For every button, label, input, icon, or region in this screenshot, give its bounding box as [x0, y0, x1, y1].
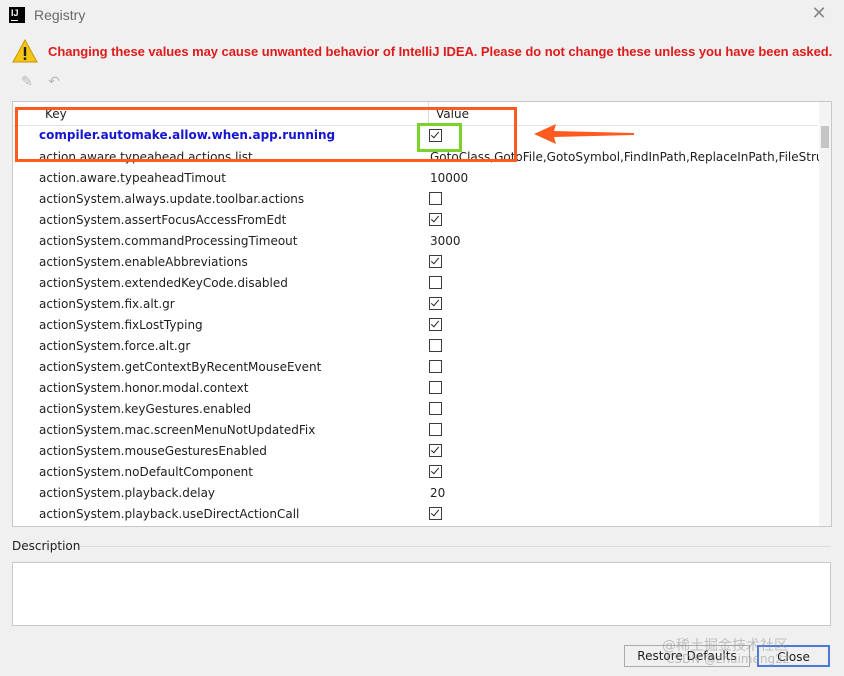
table-row[interactable]: actionSystem.honor.modal.context — [13, 378, 818, 399]
registry-table: Key Value compiler.automake.allow.when.a… — [12, 101, 832, 527]
registry-key: actionSystem.honor.modal.context — [39, 381, 249, 395]
table-row[interactable]: actionSystem.mouseGesturesEnabled — [13, 441, 818, 462]
registry-key: actionSystem.mouseGesturesEnabled — [39, 444, 267, 458]
description-label: Description — [12, 539, 81, 553]
registry-key: action.aware.typeaheadTimout — [39, 171, 226, 185]
table-row[interactable]: actionSystem.assertFocusAccessFromEdt — [13, 210, 818, 231]
scrollbar-thumb[interactable] — [821, 126, 829, 148]
registry-key: actionSystem.enableAbbreviations — [39, 255, 248, 269]
value-checkbox[interactable] — [429, 465, 442, 478]
registry-key: actionSystem.assertFocusAccessFromEdt — [39, 213, 287, 227]
registry-key: actionSystem.mac.screenMenuNotUpdatedFix — [39, 423, 316, 437]
warning-message: Changing these values may cause unwanted… — [48, 44, 833, 59]
table-row[interactable]: actionSystem.force.alt.gr — [13, 336, 818, 357]
table-row[interactable]: actionSystem.enableAbbreviations — [13, 252, 818, 273]
table-row[interactable]: actionSystem.playback.useDirectActionCal… — [13, 504, 818, 525]
checkbox-highlight-box — [417, 123, 462, 152]
registry-value[interactable]: 20 — [430, 486, 445, 500]
table-row[interactable]: actionSystem.noDefaultComponent — [13, 462, 818, 483]
table-row[interactable]: actionSystem.always.update.toolbar.actio… — [13, 189, 818, 210]
intellij-logo-icon: IJ — [9, 7, 25, 23]
vertical-scrollbar[interactable] — [819, 102, 831, 526]
registry-value[interactable]: 3000 — [430, 234, 461, 248]
registry-key: actionSystem.extendedKeyCode.disabled — [39, 276, 288, 290]
description-divider — [80, 546, 830, 547]
registry-key: actionSystem.playback.useDirectActionCal… — [39, 507, 300, 521]
value-checkbox[interactable] — [429, 402, 442, 415]
value-checkbox[interactable] — [429, 423, 442, 436]
value-checkbox[interactable] — [429, 507, 442, 520]
table-row[interactable]: actionSystem.fix.alt.gr — [13, 294, 818, 315]
value-checkbox[interactable] — [429, 318, 442, 331]
value-checkbox[interactable] — [429, 213, 442, 226]
table-row[interactable]: actionSystem.fixLostTyping — [13, 315, 818, 336]
value-checkbox[interactable] — [429, 381, 442, 394]
registry-key: actionSystem.playback.delay — [39, 486, 216, 500]
registry-key: actionSystem.getContextByRecentMouseEven… — [39, 360, 322, 374]
edit-icon[interactable]: ✎ — [17, 72, 37, 92]
table-row[interactable]: actionSystem.commandProcessingTimeout 300… — [13, 231, 818, 252]
table-row[interactable]: actionSystem.extendedKeyCode.disabled — [13, 273, 818, 294]
value-checkbox[interactable] — [429, 276, 442, 289]
registry-value[interactable]: 10000 — [430, 171, 468, 185]
title-bar: IJ Registry ✕ — [0, 0, 844, 30]
revert-icon[interactable]: ↶ — [44, 72, 64, 92]
warning-triangle-icon — [12, 38, 38, 63]
value-checkbox[interactable] — [429, 360, 442, 373]
registry-key: actionSystem.noDefaultComponent — [39, 465, 253, 479]
registry-key: actionSystem.always.update.toolbar.actio… — [39, 192, 305, 206]
registry-key: actionSystem.keyGestures.enabled — [39, 402, 252, 416]
annotation-arrow-icon — [534, 124, 634, 144]
table-row[interactable]: action.aware.typeaheadTimout 10000 — [13, 168, 818, 189]
value-checkbox[interactable] — [429, 297, 442, 310]
table-row[interactable]: actionSystem.mac.screenMenuNotUpdatedFix — [13, 420, 818, 441]
registry-key: actionSystem.force.alt.gr — [39, 339, 191, 353]
value-checkbox[interactable] — [429, 339, 442, 352]
registry-key: actionSystem.fixLostTyping — [39, 318, 203, 332]
watermark: CSDN @zhuimeng2z — [666, 652, 790, 666]
value-checkbox[interactable] — [429, 444, 442, 457]
value-checkbox[interactable] — [429, 255, 442, 268]
table-row[interactable]: actionSystem.keyGestures.enabled — [13, 399, 818, 420]
description-area — [12, 562, 831, 626]
table-row[interactable]: actionSystem.getContextByRecentMouseEven… — [13, 357, 818, 378]
registry-key: actionSystem.fix.alt.gr — [39, 297, 175, 311]
value-checkbox[interactable] — [429, 192, 442, 205]
registry-key: actionSystem.commandProcessingTimeout — [39, 234, 298, 248]
window-close-icon[interactable]: ✕ — [806, 3, 832, 27]
window-title: Registry — [34, 7, 86, 23]
table-row[interactable]: actionSystem.playback.delay 20 — [13, 483, 818, 504]
